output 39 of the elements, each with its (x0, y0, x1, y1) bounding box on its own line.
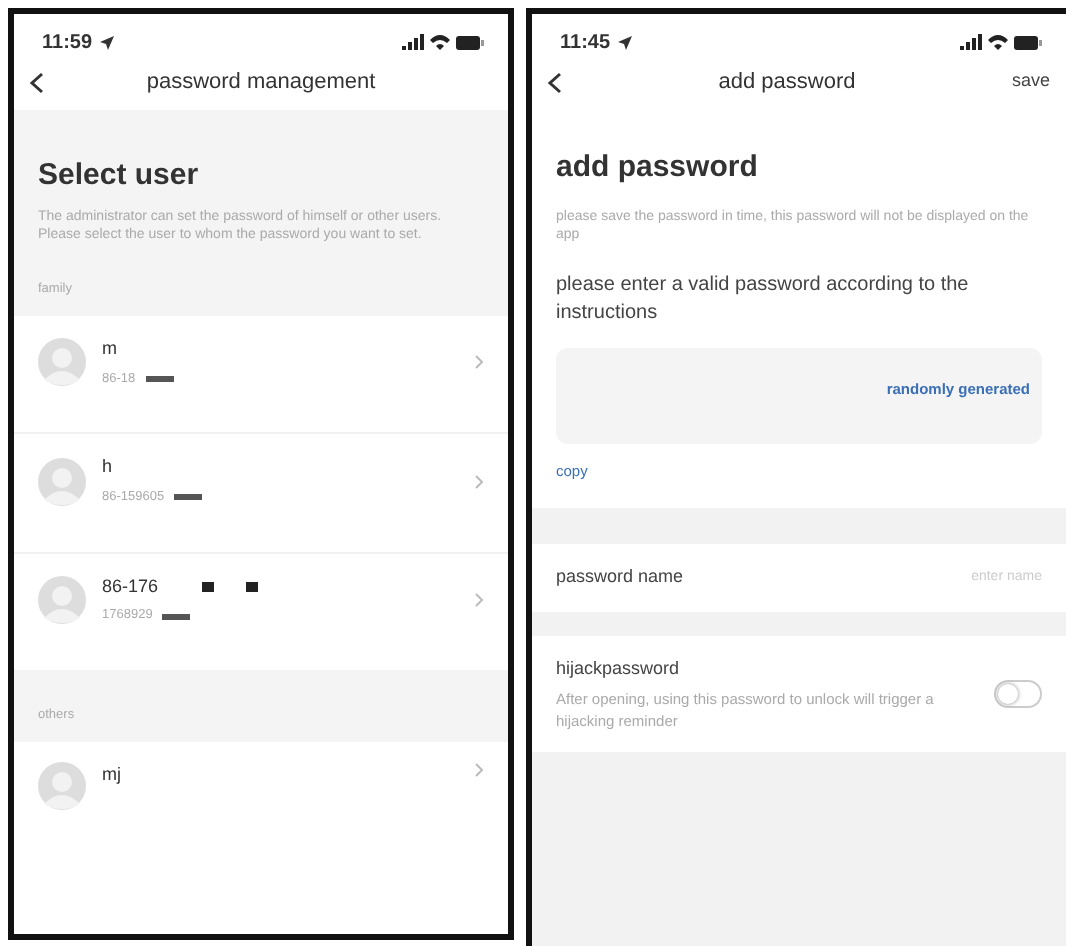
location-arrow-icon (618, 35, 633, 49)
redaction-mark (145, 376, 174, 382)
toggle-switch[interactable] (994, 679, 1042, 708)
redaction-mark (202, 581, 215, 592)
screen-title: password management (144, 67, 378, 98)
section-heading: add password (556, 148, 760, 188)
avatar-icon (38, 457, 86, 505)
user-name: h (102, 454, 113, 481)
location-arrow-icon (100, 35, 115, 49)
chevron-right-icon (474, 354, 484, 371)
redaction-mark (246, 581, 259, 592)
redaction-mark (162, 613, 191, 619)
signal-icon (402, 34, 424, 50)
section-heading: Select user (38, 156, 201, 196)
battery-icon (1014, 35, 1042, 49)
user-name: mj (102, 761, 121, 788)
user-row[interactable]: mj (14, 741, 508, 934)
chevron-right-icon (474, 591, 484, 608)
setting-title: hijackpassword (556, 655, 682, 682)
user-name: m (102, 336, 117, 363)
signal-icon (960, 34, 982, 50)
status-time: 11:45 (560, 29, 611, 57)
wifi-icon (988, 34, 1008, 50)
avatar-icon (38, 575, 86, 624)
wifi-icon (430, 34, 450, 50)
user-name: 86-176 (102, 573, 159, 600)
back-icon[interactable] (30, 71, 44, 93)
instruction-text: please enter a valid password according to the instructions (556, 272, 971, 329)
back-icon[interactable] (548, 71, 562, 93)
field-label: password name (556, 564, 684, 591)
status-time: 11:59 (42, 29, 93, 57)
chevron-right-icon (474, 473, 484, 489)
screen-title: add password (716, 67, 858, 98)
chevron-right-icon (474, 761, 484, 778)
avatar-icon (38, 338, 86, 387)
battery-icon (456, 35, 484, 49)
redaction-mark (174, 494, 203, 501)
avatar-icon (38, 761, 86, 810)
save-button[interactable]: save (1011, 68, 1050, 96)
